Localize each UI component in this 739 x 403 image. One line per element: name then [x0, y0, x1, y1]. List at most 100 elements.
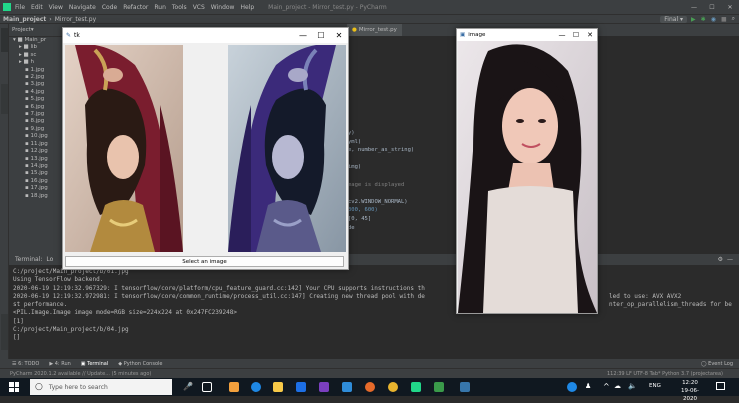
microphone-icon[interactable]: 🎤	[183, 382, 193, 392]
clock[interactable]: 12:20 19-06-2020	[675, 379, 705, 403]
onedrive-tray-icon[interactable]	[567, 382, 577, 392]
breadcrumb-project[interactable]: Main_project	[3, 16, 46, 23]
volume-icon[interactable]: 🔈	[628, 382, 637, 390]
windows-start-icon[interactable]	[9, 382, 19, 392]
store-icon[interactable]	[229, 382, 239, 392]
status-file-info[interactable]: 112:39 LF UTF-8 Tab* Python 3.7 (project…	[607, 371, 723, 377]
tree-item[interactable]: ▪ 18.jpg	[13, 193, 69, 200]
tk-maximize-button[interactable]: ☐	[312, 31, 330, 40]
chrome-icon[interactable]	[388, 382, 398, 392]
run-tool-button[interactable]: ▶ 4: Run	[49, 361, 70, 367]
file-explorer-icon[interactable]	[273, 382, 283, 392]
menu-tools[interactable]: Tools	[172, 4, 187, 11]
todo-tool-button[interactable]: ☰ 6: TODO	[12, 361, 39, 367]
tree-item[interactable]: ▪ 6.jpg	[13, 104, 69, 111]
menu-navigate[interactable]: Navigate	[69, 4, 96, 11]
tree-item[interactable]: ▪ 4.jpg	[13, 89, 69, 96]
tree-item[interactable]: ▪ 5.jpg	[13, 96, 69, 103]
cv-close-button[interactable]: ✕	[583, 31, 597, 39]
cv-title-bar[interactable]: ▣ image — ☐ ✕	[457, 29, 597, 41]
code-lines: y) yml) e, number_as_string) img) mage i…	[348, 129, 414, 232]
language-indicator[interactable]: ENG	[649, 383, 661, 389]
terminal-session-tab[interactable]: Lo	[46, 256, 53, 263]
menu-run[interactable]: Run	[154, 4, 166, 11]
firefox-icon[interactable]	[365, 382, 375, 392]
menu-refactor[interactable]: Refactor	[123, 4, 148, 11]
cv-minimize-button[interactable]: —	[555, 31, 569, 39]
settings-gear-icon[interactable]: ⚙	[718, 256, 723, 263]
menu-vcs[interactable]: VCS	[193, 4, 205, 11]
menu-file[interactable]: File	[15, 4, 25, 11]
editor-tab-mirror-test[interactable]: ● Mirror_test.py	[347, 24, 402, 36]
terminal-header-label: Terminal:	[15, 256, 43, 263]
search-circle-icon: ○	[35, 382, 43, 392]
coverage-icon[interactable]: ◉	[711, 16, 716, 23]
notification-icon[interactable]	[716, 382, 725, 390]
breadcrumb-file[interactable]: Mirror_test.py	[55, 16, 96, 23]
tree-item[interactable]: ▪ 13.jpg	[13, 156, 69, 163]
tree-item[interactable]: ▸ ■ h	[13, 59, 69, 66]
tree-item[interactable]: ▪ 14.jpg	[13, 163, 69, 170]
ide-close-button[interactable]: ✕	[721, 4, 739, 11]
code-line: img)	[348, 164, 362, 171]
network-icon[interactable]: ☁	[614, 382, 621, 390]
tree-item[interactable]: ▪ 10.jpg	[13, 133, 69, 140]
visual-studio-icon[interactable]	[319, 382, 329, 392]
taskbar-search-box[interactable]: ○ Type here to search	[30, 379, 172, 395]
task-view-icon[interactable]	[202, 382, 212, 392]
tk-close-button[interactable]: ✕	[330, 31, 348, 40]
tree-item[interactable]: ▪ 2.jpg	[13, 74, 69, 81]
tree-item[interactable]: ▾ ■ Main_pr	[13, 37, 69, 44]
tree-item[interactable]: ▪ 16.jpg	[13, 178, 69, 185]
run-config-selector[interactable]: Final ▾	[660, 15, 688, 23]
project-tab-label[interactable]: Project	[12, 27, 31, 33]
select-image-button[interactable]: Select an image	[65, 256, 344, 267]
terminal-tool-button[interactable]: ▣ Terminal	[81, 361, 108, 367]
tree-item[interactable]: ▸ ■ sc	[13, 52, 69, 59]
search-everywhere-icon[interactable]: ⌕	[732, 15, 735, 23]
menu-edit[interactable]: Edit	[31, 4, 43, 11]
pycharm-taskbar-icon[interactable]	[411, 382, 421, 392]
ide-maximize-button[interactable]: ☐	[703, 4, 721, 11]
edge-browser-icon[interactable]	[251, 382, 261, 392]
favorites-tool-tab[interactable]	[1, 314, 8, 350]
tray-chevron-icon[interactable]: ^	[603, 382, 610, 391]
tree-item[interactable]: ▪ 17.jpg	[13, 185, 69, 192]
tree-item[interactable]: ▪ 11.jpg	[13, 141, 69, 148]
tree-item[interactable]: ▪ 12.jpg	[13, 148, 69, 155]
tree-item[interactable]: ▪ 8.jpg	[13, 118, 69, 125]
event-log-button[interactable]: ◯ Event Log	[701, 361, 733, 367]
tree-item[interactable]: ▪ 1.jpg	[13, 67, 69, 74]
menu-help[interactable]: Help	[240, 4, 254, 11]
status-message[interactable]: PyCharm 2020.1.2 available // Update... …	[10, 371, 151, 377]
ide-title-bar: File Edit View Navigate Code Refactor Ru…	[0, 0, 739, 14]
project-tool-tab[interactable]	[1, 28, 8, 52]
structure-tool-tab[interactable]	[1, 84, 8, 114]
tk-minimize-button[interactable]: —	[294, 31, 312, 40]
run-icon[interactable]: ▶	[691, 16, 696, 23]
menu-code[interactable]: Code	[102, 4, 117, 11]
tree-item[interactable]: ▪ 15.jpg	[13, 170, 69, 177]
image-viewer-icon[interactable]	[434, 382, 444, 392]
cv-maximize-button[interactable]: ☐	[569, 31, 583, 39]
debug-icon[interactable]: ✱	[701, 16, 706, 23]
dropbox-icon[interactable]	[296, 382, 306, 392]
photos-icon[interactable]	[342, 382, 352, 392]
tree-item[interactable]: ▪ 7.jpg	[13, 111, 69, 118]
hide-panel-icon[interactable]: —	[727, 256, 733, 263]
python-console-tool-button[interactable]: ◆ Python Console	[118, 361, 162, 367]
python-idle-icon[interactable]	[460, 382, 470, 392]
tk-title-bar[interactable]: ✎ tk — ☐ ✕	[63, 28, 348, 43]
tree-item[interactable]: ▪ 3.jpg	[13, 81, 69, 88]
people-tray-icon[interactable]: ♟	[585, 382, 595, 392]
terminal-line-right: nter_op_parallelism_threads for be	[609, 301, 732, 308]
stop-icon[interactable]: ■	[721, 16, 727, 23]
python-file-icon: ●	[352, 27, 357, 33]
menu-window[interactable]: Window	[211, 4, 235, 11]
menu-view[interactable]: View	[49, 4, 63, 11]
code-line: de	[348, 224, 355, 231]
tree-item[interactable]: ▪ 9.jpg	[13, 126, 69, 133]
terminal-output[interactable]: C:/project/Main_project/b/01.jpg Using T…	[9, 265, 739, 359]
tree-item[interactable]: ▸ ■ lib	[13, 44, 69, 51]
ide-minimize-button[interactable]: —	[685, 4, 703, 11]
